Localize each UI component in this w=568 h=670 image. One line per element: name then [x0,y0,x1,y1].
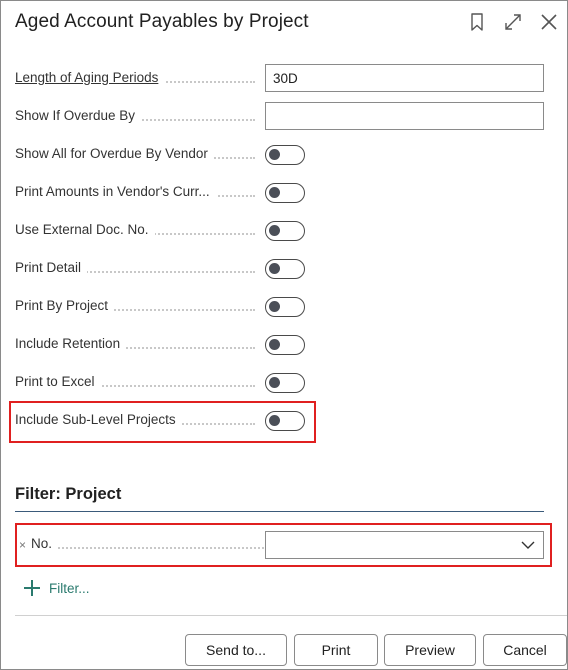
include-retention-toggle[interactable] [265,335,305,355]
report-request-dialog: Aged Account Payables by Project Length … [0,0,568,670]
print-by-project-toggle[interactable] [265,297,305,317]
toggle-knob [269,339,280,350]
aging-periods-input[interactable] [265,64,544,92]
add-filter-link[interactable]: Filter... [23,579,90,597]
toggle-knob [269,263,280,274]
overdue-by-label: Show If Overdue By [15,108,142,123]
preview-button[interactable]: Preview [384,634,476,666]
close-icon[interactable] [538,11,560,33]
toggle-label: Print By Project [15,298,115,313]
add-filter-label: Filter... [49,580,90,596]
print-vendor-currency-toggle[interactable] [265,183,305,203]
aging-periods-label[interactable]: Length of Aging Periods [15,70,165,85]
expand-icon[interactable] [502,11,524,33]
overdue-by-input[interactable] [265,102,544,130]
toggle-label: Print Detail [15,260,88,275]
print-detail-toggle[interactable] [265,259,305,279]
filter-no-label: No. [31,536,59,551]
toggle-knob [269,301,280,312]
filter-section-title: Filter: Project [15,485,122,503]
toggle-knob [269,377,280,388]
toggle-label: Include Retention [15,336,127,351]
send-to-button[interactable]: Send to... [185,634,287,666]
toggle-label: Show All for Overdue By Vendor [15,146,214,161]
toggle-knob [269,225,280,236]
footer-divider [15,615,567,616]
plus-icon [23,579,41,597]
toggle-knob [269,187,280,198]
toggle-label: Print Amounts in Vendor's Curr... [15,184,216,199]
section-divider [15,511,544,512]
print-button[interactable]: Print [294,634,378,666]
cancel-button[interactable]: Cancel [483,634,567,666]
highlight-box [15,523,552,567]
bookmark-icon[interactable] [466,11,488,33]
show-all-overdue-vendor-toggle[interactable] [265,145,305,165]
toggle-label: Print to Excel [15,374,101,389]
toggle-label: Include Sub-Level Projects [15,412,182,427]
toggle-knob [269,149,280,160]
dialog-title: Aged Account Payables by Project [15,11,309,32]
print-to-excel-toggle[interactable] [265,373,305,393]
toggle-label: Use External Doc. No. [15,222,155,237]
use-external-doc-toggle[interactable] [265,221,305,241]
